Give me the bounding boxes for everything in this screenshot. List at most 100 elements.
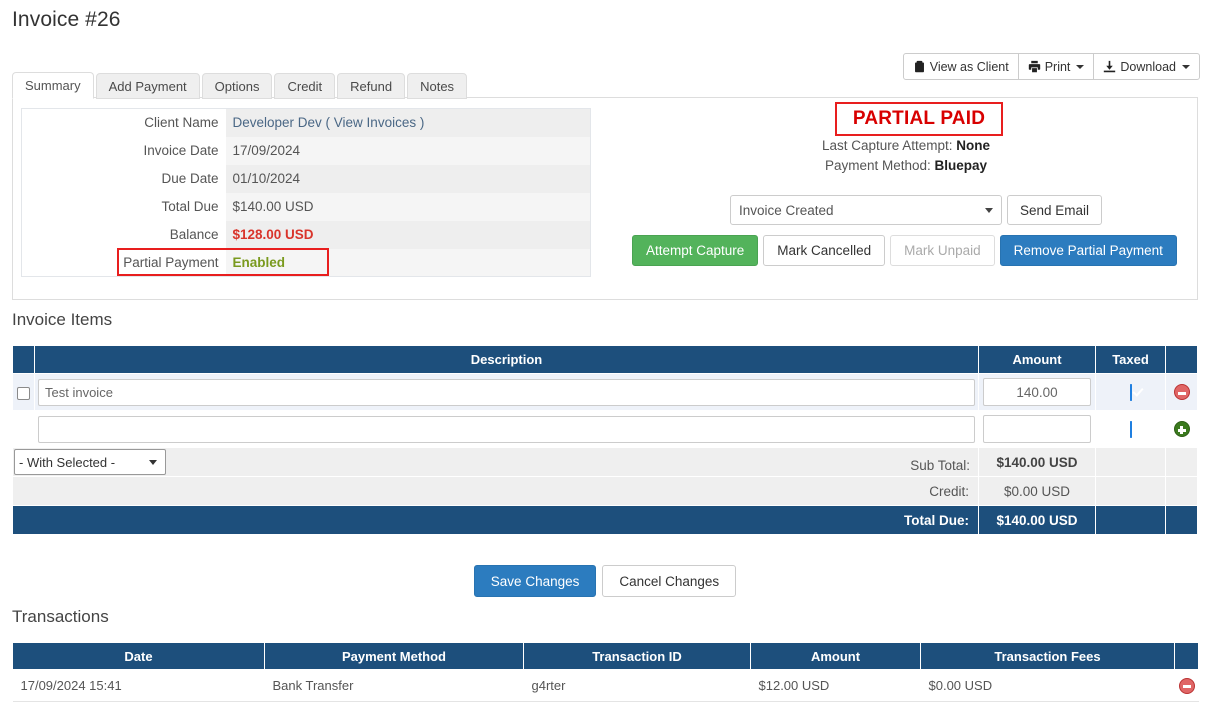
summary-tab-panel: Client Name Developer Dev ( View Invoice…: [12, 97, 1198, 300]
client-name-label: Client Name: [21, 108, 226, 137]
balance-label: Balance: [21, 220, 226, 249]
item-taxed-checkbox[interactable]: [1129, 421, 1132, 439]
client-name-text[interactable]: Developer Dev ( View Invoices ): [233, 115, 425, 130]
due-date-label: Due Date: [21, 164, 226, 193]
table-row: - With Selected - $140.00 USD: [12, 447, 1198, 477]
tab-credit[interactable]: Credit: [274, 73, 336, 99]
tx-header-date: Date: [12, 642, 265, 670]
tab-label: Refund: [350, 79, 393, 94]
item-description-cell: [34, 410, 979, 448]
with-selected-wrap: - With Selected -: [13, 449, 166, 475]
table-row: Test invoice: [12, 373, 1198, 411]
invoice-page: Invoice #26 View as Client Print Downloa…: [0, 0, 1210, 721]
last-capture-attempt: Last Capture Attempt: None: [613, 138, 1199, 153]
tx-header-payment-method: Payment Method: [264, 642, 524, 670]
tab-options[interactable]: Options: [201, 73, 273, 99]
invoice-action-buttons: Attempt Capture Mark Cancelled Mark Unpa…: [632, 235, 1177, 266]
tab-label: Summary: [25, 78, 81, 93]
tx-transaction-id: g4rter: [523, 669, 751, 702]
item-add-cell: [1165, 410, 1198, 448]
table-row: Invoice Date 17/09/2024: [21, 136, 591, 165]
sub-total-spacer-2: [1165, 447, 1198, 477]
item-select-cell: [12, 373, 35, 411]
table-row: Partial Payment Enabled: [21, 248, 591, 277]
balance-value: $128.00 USD: [225, 220, 591, 249]
email-template-select-wrap: Invoice Created: [730, 195, 1002, 225]
items-header-taxed: Taxed: [1095, 345, 1166, 374]
printer-icon: [1028, 60, 1041, 73]
email-template-select[interactable]: Invoice Created: [730, 195, 1002, 225]
table-row: 17/09/2024 15:41 Bank Transfer g4rter $1…: [12, 669, 1199, 702]
tab-label: Credit: [287, 79, 323, 94]
item-description-input[interactable]: [38, 415, 975, 443]
items-header-description: Description: [34, 345, 979, 374]
with-selected-select[interactable]: - With Selected -: [14, 449, 166, 475]
items-header-action: [1165, 345, 1198, 374]
item-amount-input[interactable]: [983, 378, 1091, 406]
attempt-capture-button[interactable]: Attempt Capture: [632, 235, 759, 266]
table-row: Total Due $140.00 USD: [21, 192, 591, 221]
print-label: Print: [1044, 59, 1071, 74]
table-row: Total Due: $140.00 USD: [12, 505, 1198, 535]
item-taxed-checkbox[interactable]: [1129, 384, 1132, 402]
grand-total-label: Total Due:: [12, 505, 979, 535]
last-capture-label: Last Capture Attempt:: [821, 138, 953, 153]
table-header-row: Description Amount Taxed: [12, 345, 1198, 374]
tab-refund[interactable]: Refund: [337, 73, 406, 99]
item-taxed-cell: [1095, 373, 1166, 411]
invoice-date-value: 17/09/2024: [225, 136, 591, 165]
cancel-changes-button[interactable]: Cancel Changes: [602, 565, 737, 597]
transactions-table: Date Payment Method Transaction ID Amoun…: [12, 642, 1199, 702]
item-description-input[interactable]: Test invoice: [38, 378, 975, 406]
tx-remove-cell: [1174, 669, 1199, 702]
item-amount-cell: [978, 373, 1096, 411]
mark-cancelled-button[interactable]: Mark Cancelled: [763, 235, 886, 266]
table-header-row: Date Payment Method Transaction ID Amoun…: [12, 642, 1199, 670]
email-template-row: Invoice Created Send Email: [730, 195, 1103, 225]
view-as-client-button[interactable]: View as Client: [902, 53, 1019, 80]
tab-summary[interactable]: Summary: [12, 72, 94, 99]
credit-label: Credit:: [12, 476, 979, 506]
invoice-toolbar: View as Client Print Download: [902, 53, 1200, 80]
last-capture-value: None: [956, 138, 991, 153]
download-button[interactable]: Download: [1093, 53, 1200, 80]
remove-transaction-icon[interactable]: [1178, 677, 1195, 694]
remove-partial-payment-button[interactable]: Remove Partial Payment: [999, 235, 1177, 266]
tab-add-payment[interactable]: Add Payment: [95, 73, 200, 99]
item-select-checkbox[interactable]: [17, 386, 30, 400]
tx-payment-method: Bank Transfer: [264, 669, 524, 702]
download-label: Download: [1120, 59, 1176, 74]
invoice-status-panel: PARTIAL PAID Last Capture Attempt: None …: [613, 98, 1199, 299]
remove-item-icon[interactable]: [1173, 384, 1190, 401]
tab-notes[interactable]: Notes: [407, 73, 468, 99]
tx-amount: $12.00 USD: [750, 669, 921, 702]
chevron-down-icon: [1076, 64, 1085, 69]
credit-value: $0.00 USD: [978, 476, 1096, 506]
sub-total-spacer: [1095, 447, 1166, 477]
send-email-button[interactable]: Send Email: [1007, 195, 1103, 225]
item-amount-input[interactable]: [983, 415, 1091, 443]
items-header-check: [12, 345, 35, 374]
total-due-label: Total Due: [21, 192, 226, 221]
invoice-items-table: Description Amount Taxed Test invoice 14…: [12, 345, 1198, 535]
tx-header-amount: Amount: [750, 642, 921, 670]
save-changes-button[interactable]: Save Changes: [473, 565, 597, 597]
print-button[interactable]: Print: [1017, 53, 1095, 80]
status-badge: PARTIAL PAID: [835, 102, 1003, 136]
payment-method-line: Payment Method: Bluepay: [613, 158, 1199, 173]
add-item-icon[interactable]: [1173, 421, 1190, 438]
page-title: Invoice #26: [12, 8, 121, 31]
payment-method-value: Bluepay: [934, 158, 988, 173]
mark-unpaid-button: Mark Unpaid: [890, 235, 995, 266]
item-amount-cell: [978, 410, 1096, 448]
tx-date: 17/09/2024 15:41: [12, 669, 265, 702]
invoice-summary-table: Client Name Developer Dev ( View Invoice…: [21, 108, 591, 277]
partial-payment-value: Enabled: [225, 248, 591, 277]
view-as-client-label: View as Client: [929, 59, 1009, 74]
transactions-title: Transactions: [12, 607, 109, 626]
download-icon: [1103, 60, 1116, 73]
table-row: Credit: $0.00 USD: [12, 476, 1198, 506]
table-row: Due Date 01/10/2024: [21, 164, 591, 193]
tx-fees: $0.00 USD: [920, 669, 1175, 702]
tab-label: Add Payment: [108, 79, 187, 94]
